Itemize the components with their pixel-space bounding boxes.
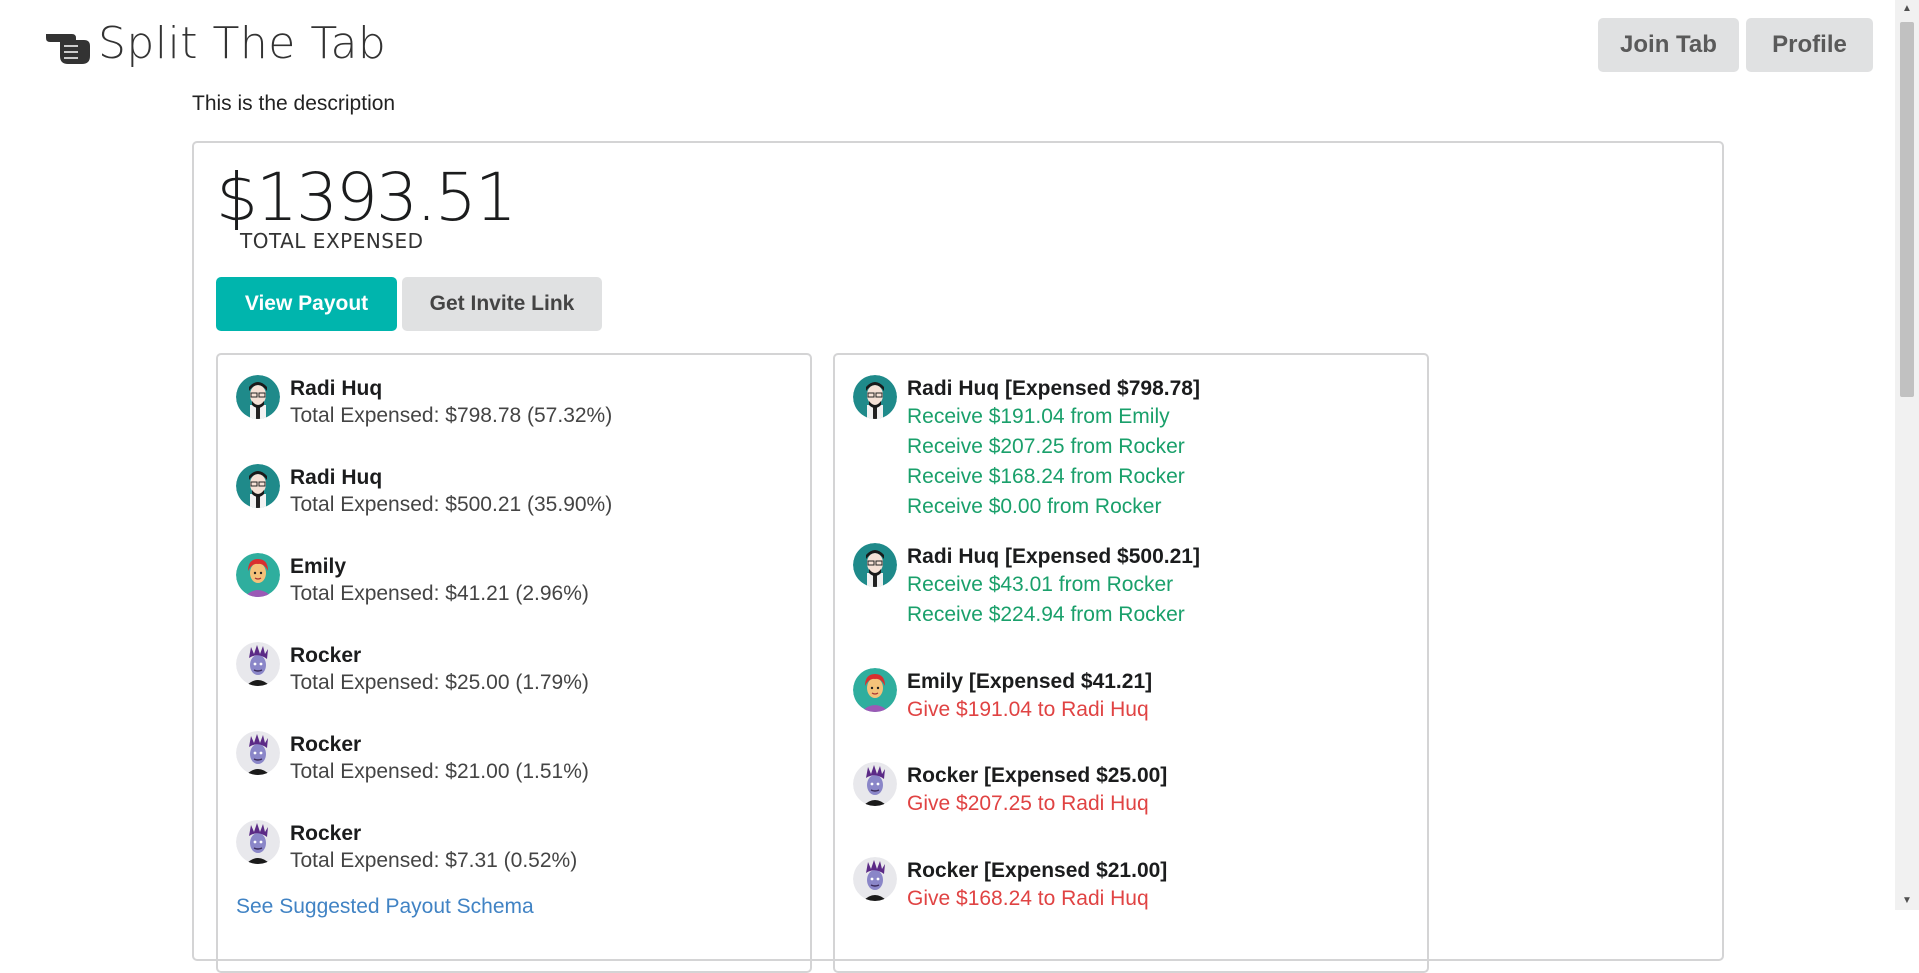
rocker-avatar-icon [236,731,280,775]
payout-body: Rocker [Expensed $21.00] Give $168.24 to … [907,857,1167,914]
give-line: Give $207.25 to Radi Huq [907,792,1149,815]
member-name: Rocker [290,644,362,667]
member-expensed: Total Expensed: $7.31 (0.52%) [290,849,578,872]
member-body: Radi Huq Total Expensed: $500.21 (35.90%) [290,464,612,519]
scrollbar[interactable]: ▲ ▼ [1895,0,1919,910]
receive-line: Receive $0.00 from Rocker [907,495,1162,518]
radi-avatar-icon [853,375,897,419]
radi-avatar-icon [236,464,280,508]
rocker-avatar-icon [236,642,280,686]
suggested-payout-link[interactable]: See Suggested Payout Schema [236,895,534,919]
radi-avatar-icon [853,543,897,587]
payout-title: Radi Huq [Expensed $500.21] [907,545,1200,568]
member-body: Rocker Total Expensed: $25.00 (1.79%) [290,642,589,697]
emily-avatar-icon [236,553,280,597]
member-expensed: Total Expensed: $798.78 (57.32%) [290,404,613,427]
payout-body: Radi Huq [Expensed $798.78] Receive $191.… [907,375,1200,522]
header: Split The Tab Join Tab Profile [0,0,1895,96]
emily-avatar-icon [853,668,897,712]
member-expensed: Total Expensed: $25.00 (1.79%) [290,671,589,694]
receive-line: Receive $191.04 from Emily [907,405,1170,428]
tab-description: This is the description [192,92,396,115]
receive-line: Receive $168.24 from Rocker [907,465,1185,488]
profile-button[interactable]: Profile [1746,18,1873,72]
join-tab-button[interactable]: Join Tab [1598,18,1739,72]
member-expensed: Total Expensed: $21.00 (1.51%) [290,760,589,783]
payout-title: Rocker [Expensed $21.00] [907,859,1168,882]
payout-title: Emily [Expensed $41.21] [907,670,1153,693]
payout-body: Rocker [Expensed $25.00] Give $207.25 to … [907,762,1167,819]
rocker-avatar-icon [236,820,280,864]
total-label: TOTAL EXPENSED [240,229,424,253]
member-name: Radi Huq [290,466,383,489]
get-invite-link-button[interactable]: Get Invite Link [402,277,602,331]
scroll-thumb[interactable] [1900,22,1914,397]
rocker-avatar-icon [853,762,897,806]
app-title: Split The Tab [98,18,387,69]
member-expensed: Total Expensed: $500.21 (35.90%) [290,493,613,516]
rocker-avatar-icon [853,857,897,901]
pointing-hand-icon [44,22,92,66]
total-amount: $1393.51 [216,159,517,236]
member-name: Rocker [290,822,362,845]
payout-title: Radi Huq [Expensed $798.78] [907,377,1200,400]
payout-title: Rocker [Expensed $25.00] [907,764,1168,787]
radi-avatar-icon [236,375,280,419]
payout-body: Radi Huq [Expensed $500.21] Receive $43.0… [907,543,1200,630]
member-body: Emily Total Expensed: $41.21 (2.96%) [290,553,589,608]
give-line: Give $191.04 to Radi Huq [907,698,1149,721]
receive-line: Receive $224.94 from Rocker [907,603,1185,626]
tab-card: $1393.51 TOTAL EXPENSED View Payout Get … [192,141,1724,973]
member-name: Radi Huq [290,377,383,400]
member-name: Emily [290,555,347,578]
members-panel: Radi Huq Total Expensed: $798.78 (57.32%)… [216,353,812,973]
member-expensed: Total Expensed: $41.21 (2.96%) [290,582,589,605]
member-body: Radi Huq Total Expensed: $798.78 (57.32%) [290,375,612,430]
scroll-down-icon[interactable]: ▼ [1895,892,1919,910]
brand[interactable]: Split The Tab [44,18,386,69]
member-body: Rocker Total Expensed: $7.31 (0.52%) [290,820,577,875]
payout-body: Emily [Expensed $41.21] Give $191.04 to R… [907,668,1152,725]
receive-line: Receive $207.25 from Rocker [907,435,1185,458]
payout-panel: Radi Huq [Expensed $798.78] Receive $191.… [833,353,1429,973]
receive-line: Receive $43.01 from Rocker [907,573,1174,596]
member-name: Rocker [290,733,362,756]
scroll-up-icon[interactable]: ▲ [1895,0,1919,18]
view-payout-button[interactable]: View Payout [216,277,397,331]
member-body: Rocker Total Expensed: $21.00 (1.51%) [290,731,589,786]
